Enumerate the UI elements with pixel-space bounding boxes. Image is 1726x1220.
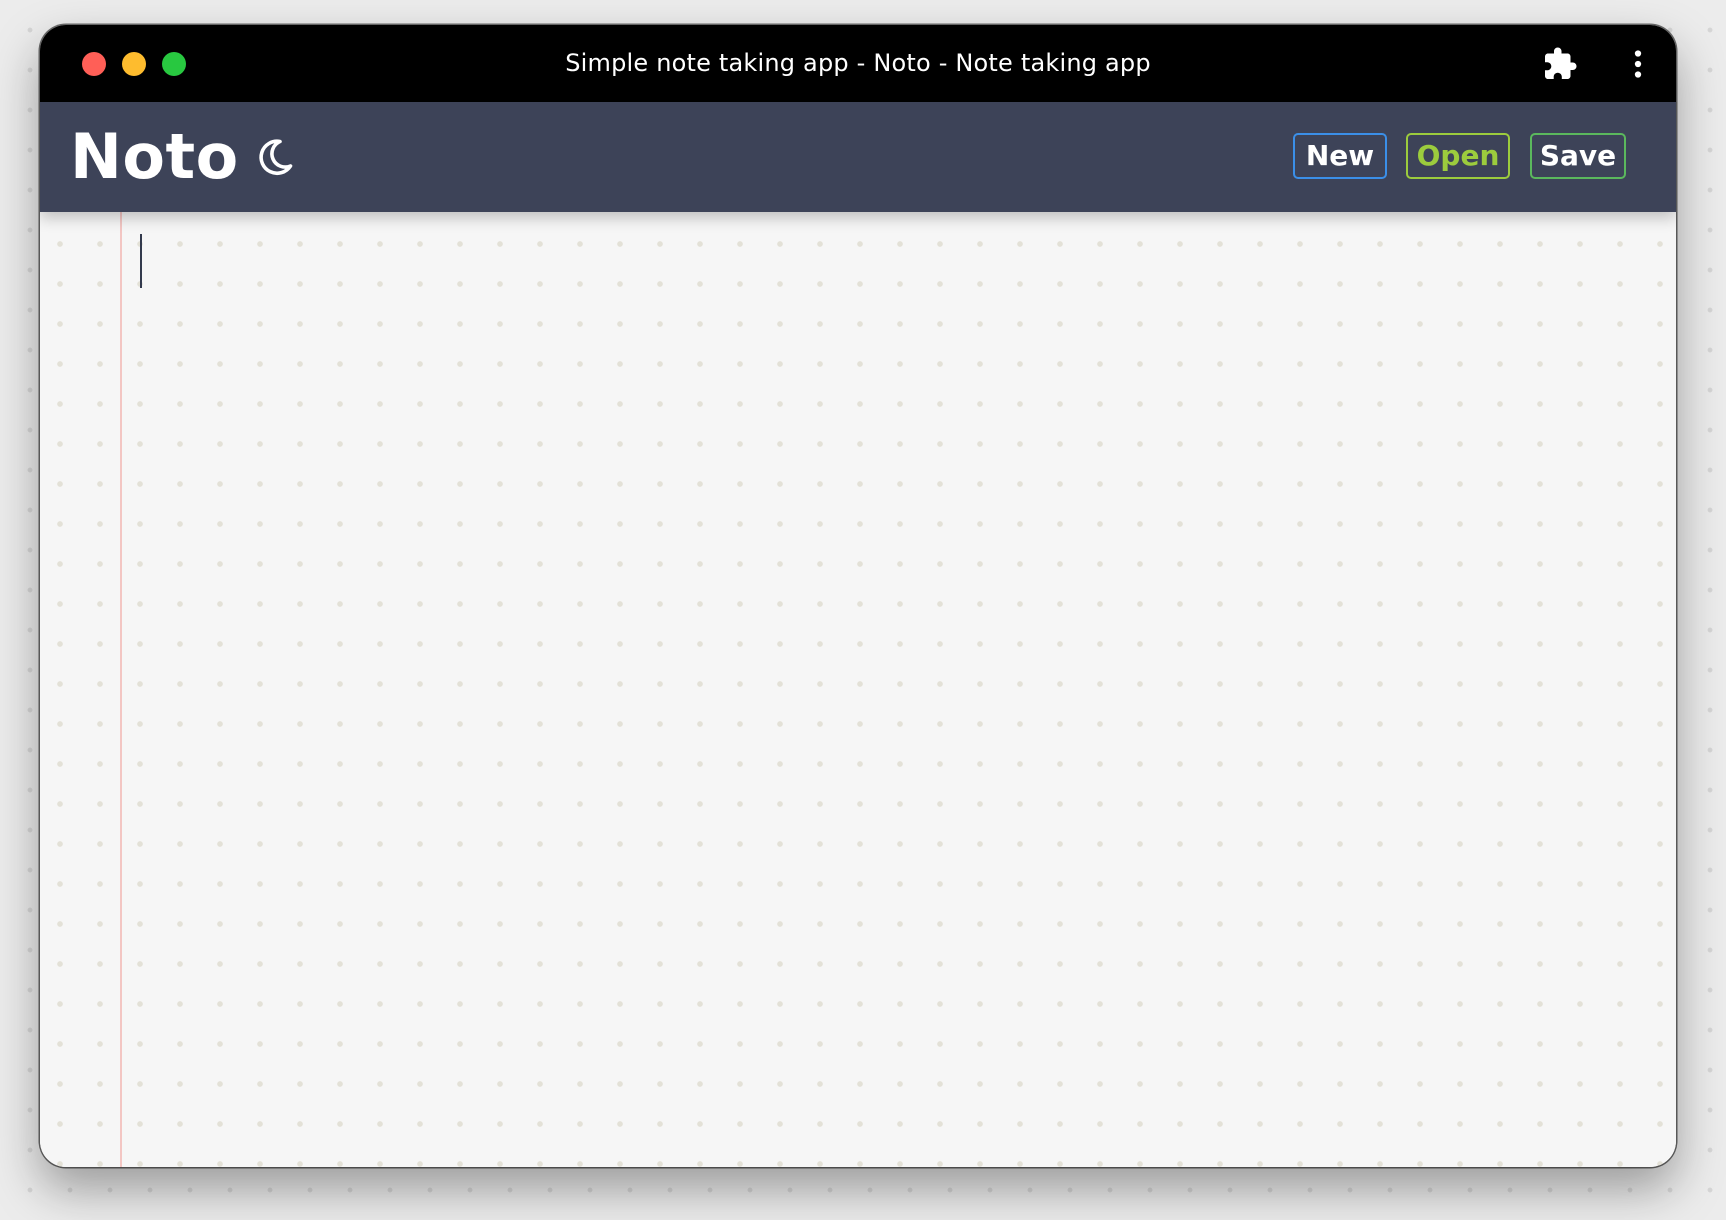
note-editor[interactable]: [40, 212, 1676, 1167]
more-vertical-icon[interactable]: [1620, 46, 1656, 82]
app-logo-title: Noto: [70, 120, 239, 193]
open-note-button[interactable]: Open: [1406, 133, 1510, 179]
puzzle-extension-icon[interactable]: [1542, 46, 1578, 82]
save-note-button[interactable]: Save: [1530, 133, 1626, 179]
moon-icon[interactable]: [248, 132, 298, 182]
app-window: Simple note taking app - Noto - Note tak…: [40, 25, 1676, 1167]
margin-line: [120, 212, 122, 1167]
app-header: Noto New Open Save: [40, 102, 1676, 212]
window-title: Simple note taking app - Noto - Note tak…: [565, 49, 1151, 77]
note-text-area[interactable]: [138, 232, 1646, 272]
window-titlebar[interactable]: Simple note taking app - Noto - Note tak…: [40, 25, 1676, 102]
new-note-button[interactable]: New: [1293, 133, 1387, 179]
text-cursor: [140, 234, 142, 288]
